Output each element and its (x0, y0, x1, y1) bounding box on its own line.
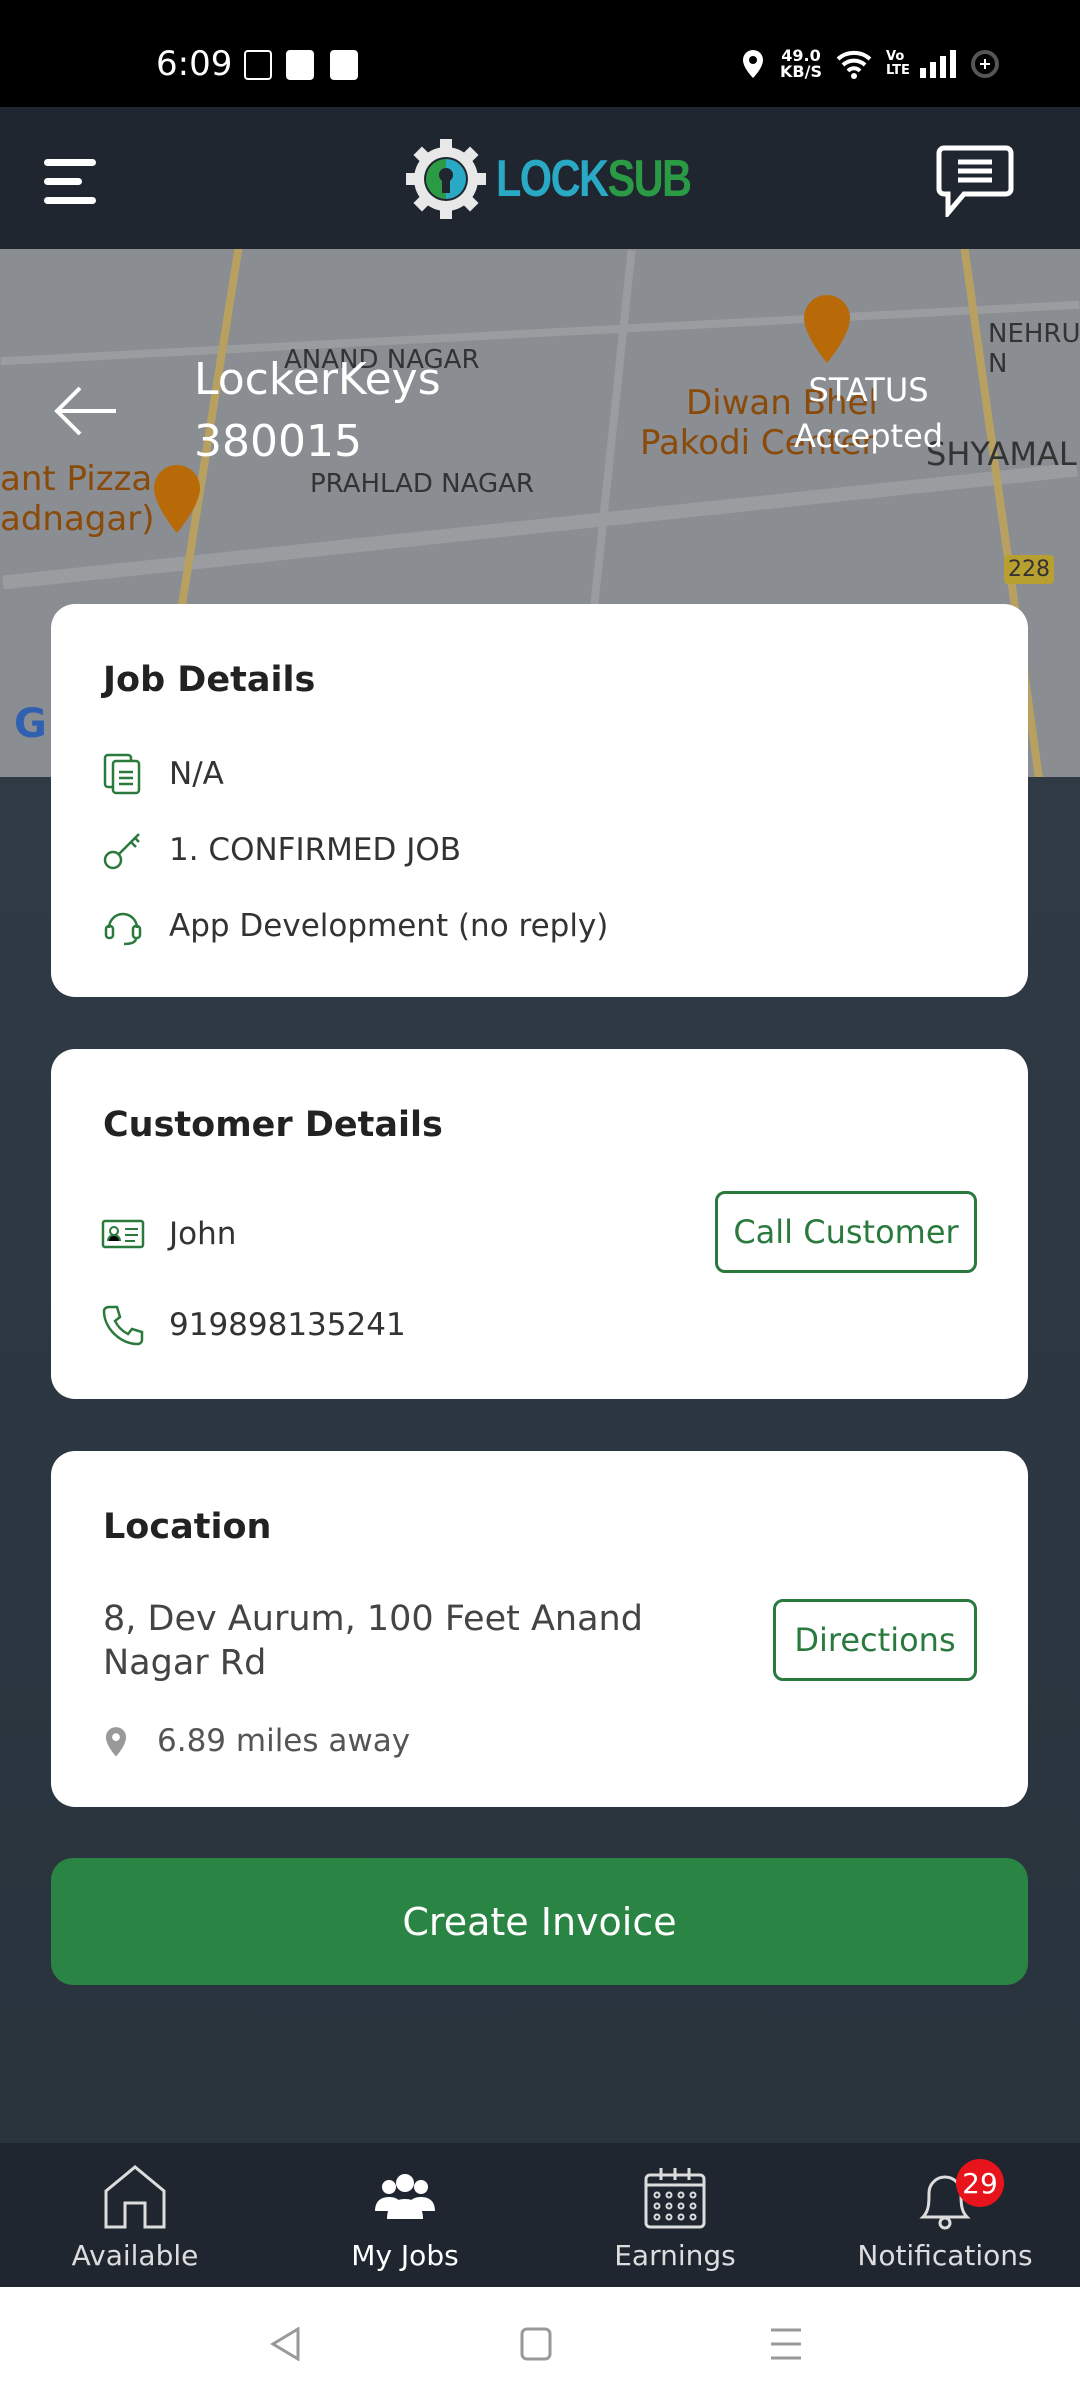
logo-sub-text: SUB (607, 150, 692, 208)
job-title: LockerKeys 380015 (194, 354, 441, 467)
nav-notifications[interactable]: Notifications 29 (810, 2143, 1080, 2287)
group-icon (375, 2174, 435, 2219)
map-label: NEHRU N (988, 319, 1080, 379)
notification-badge: 29 (956, 2159, 1004, 2207)
calendar-icon (644, 2168, 706, 2229)
volte-indicator: Vo LTE (886, 49, 910, 78)
map-label: SHYAMAL (926, 435, 1077, 473)
locksub-logo: LOCKSUB (404, 137, 739, 221)
headset-icon (104, 912, 142, 946)
gear-lock-icon (406, 139, 486, 219)
section-title: Location (103, 1507, 272, 1547)
system-back-icon[interactable] (270, 2327, 302, 2361)
key-icon (103, 833, 140, 870)
system-home-icon[interactable] (520, 2327, 552, 2361)
create-invoice-button[interactable]: Create Invoice (51, 1858, 1028, 1985)
job-details-card: Job Details N/A 1. CONFIRMED JOB App Dev… (51, 604, 1028, 997)
customer-details-card: Customer Details John 919898135241 Call … (51, 1049, 1028, 1399)
wifi-icon (836, 50, 872, 79)
nav-earnings[interactable]: Earnings (540, 2143, 810, 2287)
chat-icon[interactable] (936, 145, 1014, 217)
distance-row: 6.89 miles away (99, 1719, 410, 1763)
job-detail-row: 1. CONFIRMED JOB (101, 828, 461, 872)
id-card-icon (101, 1219, 145, 1249)
section-title: Job Details (103, 660, 316, 700)
clock: 6:09 (156, 44, 233, 84)
signal-icon (920, 50, 956, 78)
document-icon (103, 753, 141, 795)
menu-button[interactable] (44, 159, 96, 216)
map-label: PRAHLAD NAGAR (310, 469, 534, 499)
restaurant-pin-icon (154, 465, 200, 533)
map-label: ant Pizza (0, 459, 153, 499)
address-text: 8, Dev Aurum, 100 Feet Anand Nagar Rd (103, 1599, 643, 1683)
bottom-navigation: Available My Jobs Earnings Notifications… (0, 2143, 1080, 2287)
google-logo: G (14, 701, 47, 747)
directions-button[interactable]: Directions (773, 1599, 977, 1681)
section-title: Customer Details (103, 1105, 443, 1145)
status-bar: 6:09 49.0 KB/S Vo LTE (0, 0, 1080, 107)
job-detail-row: N/A (101, 752, 224, 796)
job-status: STATUS Accepted (794, 371, 944, 455)
phone-icon (102, 1305, 144, 1346)
home-icon (104, 2165, 166, 2229)
restaurant-pin-icon (804, 295, 850, 363)
map-label: adnagar) (0, 499, 155, 539)
customer-phone-row[interactable]: 919898135241 (101, 1303, 406, 1347)
net-unit: KB/S (780, 62, 822, 81)
customer-name-row: John (101, 1212, 236, 1256)
app-notification-icon (244, 50, 272, 80)
location-card: Location 8, Dev Aurum, 100 Feet Anand Na… (51, 1451, 1028, 1807)
map-pin-icon (105, 1727, 127, 1757)
flipkart-icon (286, 50, 314, 80)
job-detail-row: App Development (no reply) (101, 904, 608, 948)
nav-available[interactable]: Available (0, 2143, 270, 2287)
system-recents-icon[interactable] (770, 2327, 802, 2361)
app-header: LOCKSUB (0, 107, 1080, 249)
highway-shield: 228 (1004, 555, 1054, 584)
battery-icon (971, 50, 999, 78)
myntra-icon (330, 50, 358, 80)
call-customer-button[interactable]: Call Customer (715, 1191, 977, 1273)
nav-my-jobs[interactable]: My Jobs (270, 2143, 540, 2287)
back-arrow-icon[interactable] (54, 385, 118, 437)
system-navigation-bar (0, 2287, 1080, 2400)
logo-lock-text: LOCK (496, 150, 609, 208)
location-icon (743, 50, 764, 78)
